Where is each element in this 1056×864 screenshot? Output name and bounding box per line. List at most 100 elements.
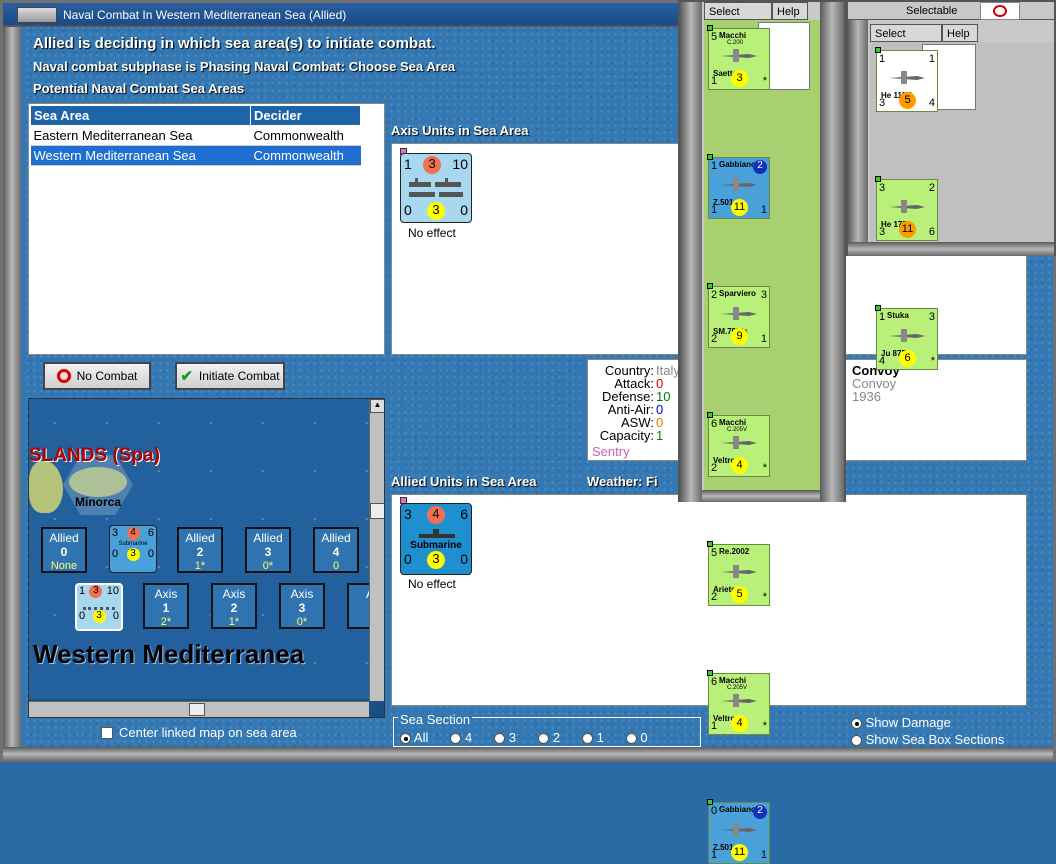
- counter-value: 0: [112, 548, 119, 560]
- card-value: 2: [711, 591, 718, 603]
- axis-sea-box[interactable]: Axis 3 0*: [279, 583, 325, 629]
- select-label: Select: [875, 28, 906, 40]
- card-value: 1: [711, 204, 718, 216]
- select-tab[interactable]: Select: [870, 24, 942, 42]
- axis-convoy-counter[interactable]: 1 3 10 0 3 0: [400, 153, 472, 223]
- sea-section-option-all[interactable]: All: [400, 730, 428, 745]
- counter-value: 3: [112, 527, 119, 539]
- sea-section-option-2[interactable]: 2: [538, 730, 560, 745]
- table-row-selected[interactable]: Western Mediterranean Sea Commonwealth: [30, 145, 361, 166]
- counter-value: 1: [404, 156, 412, 172]
- vertical-scrollbar[interactable]: ▲: [369, 399, 384, 701]
- air-unit-card[interactable]: 0 Gabbiano 2 Z.501 1 11 1: [707, 799, 770, 864]
- sea-section-option-4[interactable]: 4: [450, 730, 472, 745]
- no-entry-icon: [56, 369, 71, 383]
- title-bar[interactable]: Naval Combat In Western Mediterranean Se…: [3, 3, 693, 27]
- card-name: Gabbiano: [719, 805, 756, 814]
- aircraft-icon: [719, 305, 759, 321]
- card-name: Sparviero: [719, 289, 756, 298]
- window-title: Naval Combat In Western Mediterranean Se…: [63, 8, 347, 22]
- card-value: 2: [711, 333, 718, 345]
- box-number: 1: [162, 601, 170, 615]
- help-tab[interactable]: Help: [772, 2, 808, 20]
- aircraft-icon: [887, 198, 927, 214]
- italian-air-units-window[interactable]: Select Help 5 Macchi C.200 Saetta 1 3 * 1 Gabbia…: [678, 0, 846, 864]
- scroll-up-arrow-icon[interactable]: ▲: [370, 399, 384, 413]
- no-combat-label: No Combat: [76, 369, 138, 383]
- checkbox-label: Center linked map on sea area: [119, 725, 297, 740]
- card-name: Gabbiano: [719, 160, 756, 169]
- capacity-value: 1: [656, 428, 664, 443]
- air-unit-card[interactable]: 6 Macchi C.205V Veltro 2 4 *: [707, 412, 770, 477]
- card-value: *: [762, 75, 767, 87]
- radio-icon[interactable]: [851, 735, 862, 747]
- box-number: 2: [196, 545, 204, 559]
- show-damage-option[interactable]: Show Damage: [851, 714, 1004, 731]
- allied-submarine-counter[interactable]: 3 4 6 Submarine 0 3 0: [400, 503, 472, 575]
- option-label: 4: [464, 730, 473, 745]
- allied-sea-box[interactable]: Allied 4 0: [313, 527, 359, 573]
- air-unit-card[interactable]: 2 3 Sparviero SM.79bis 2 9 1: [707, 283, 770, 348]
- allied-sea-box[interactable]: Allied 0 None: [41, 527, 87, 573]
- air-unit-card[interactable]: 1 3 Stuka Ju 87R 4 6 *: [875, 305, 938, 370]
- axis-convoy-map-counter[interactable]: 1 3 10 0 3 0: [75, 583, 123, 631]
- status-value: Sentry: [592, 444, 630, 459]
- axis-sea-box[interactable]: Axis 1 2*: [143, 583, 189, 629]
- allied-sea-box[interactable]: Allied 2 1*: [177, 527, 223, 573]
- checkbox-box[interactable]: [101, 726, 113, 739]
- help-label: Help: [947, 28, 970, 40]
- radio-icon[interactable]: [494, 733, 506, 745]
- radio-icon[interactable]: [400, 733, 411, 745]
- box-sub: 2*: [160, 616, 172, 628]
- air-unit-card[interactable]: 3 2 He 177 3 11 6: [875, 176, 938, 241]
- horizontal-scrollbar[interactable]: [29, 701, 369, 717]
- german-air-units-window[interactable]: Selectable Select Help 1 1 He 111H 3 5 4 3 2 He …: [846, 0, 1056, 370]
- sea-section-option-0[interactable]: 0: [625, 730, 648, 745]
- radio-icon[interactable]: [851, 718, 862, 730]
- allied-sea-box[interactable]: Allied 3 0*: [245, 527, 291, 573]
- sea-section-option-1[interactable]: 1: [581, 730, 604, 745]
- air-unit-card[interactable]: 6 Macchi C.205V Veltro 1 4 *: [707, 670, 770, 735]
- radio-icon[interactable]: [450, 733, 462, 745]
- air-unit-card[interactable]: 1 1 He 111H 3 5 4: [875, 47, 938, 112]
- window-menu-button[interactable]: [17, 7, 57, 23]
- sea-name-label: Western Mediterranea: [33, 639, 305, 669]
- radio-icon[interactable]: [538, 733, 550, 745]
- counter-badge: 3: [423, 156, 442, 174]
- card-value: *: [762, 720, 767, 732]
- card-value: 5: [711, 31, 718, 43]
- card-value: 3: [760, 289, 767, 301]
- linked-map[interactable]: SLANDS (Spa) Minorca Allied 0 None 3 4 6…: [28, 398, 385, 718]
- air-unit-card[interactable]: 1 Gabbiano 2 Z.501 1 11 1: [707, 154, 770, 219]
- select-tab[interactable]: Select: [704, 2, 772, 20]
- card-value: 2: [928, 182, 935, 194]
- status-line-1: Allied is deciding in which sea area(s) …: [33, 35, 436, 52]
- no-combat-button[interactable]: No Combat: [43, 362, 151, 390]
- air-unit-card[interactable]: 5 Re.2002 Ariete 2 5 *: [707, 541, 770, 606]
- info-values: Italy 0 10 0 0 1: [656, 364, 680, 442]
- radio-icon[interactable]: [625, 733, 637, 745]
- initiate-combat-button[interactable]: ✔ Initiate Combat: [175, 362, 285, 390]
- radio-icon[interactable]: [581, 733, 593, 745]
- counter-value: 1: [79, 585, 86, 597]
- show-sections-option[interactable]: Show Sea Box Sections: [851, 731, 1004, 748]
- box-number: 0: [60, 545, 68, 559]
- sea-section-option-3[interactable]: 3: [494, 730, 516, 745]
- center-linked-checkbox[interactable]: Center linked map on sea area: [101, 725, 297, 740]
- counter-value: 0: [79, 610, 86, 622]
- column-header-decider[interactable]: Decider: [250, 105, 361, 126]
- help-tab[interactable]: Help: [942, 24, 978, 42]
- weather-title: Weather:: [587, 474, 643, 489]
- counter-value: 10: [452, 156, 468, 172]
- submarine-counter[interactable]: 3 4 6 Submarine 0 3 0: [109, 525, 157, 573]
- table-row[interactable]: Eastern Mediterranean Sea Commonwealth: [30, 125, 361, 146]
- counter-badge: 3: [427, 202, 445, 220]
- axis-sea-box[interactable]: Axis 2 1*: [211, 583, 257, 629]
- select-label: Select: [709, 6, 740, 18]
- vertical-scroll-thumb[interactable]: [370, 503, 384, 519]
- horizontal-scroll-thumb[interactable]: [189, 703, 205, 716]
- column-header-sea-area[interactable]: Sea Area: [30, 105, 251, 126]
- air-unit-card[interactable]: 5 Macchi C.200 Saetta 1 3 *: [707, 25, 770, 90]
- submarine-icon: [419, 529, 455, 538]
- card-value: 4: [928, 97, 935, 109]
